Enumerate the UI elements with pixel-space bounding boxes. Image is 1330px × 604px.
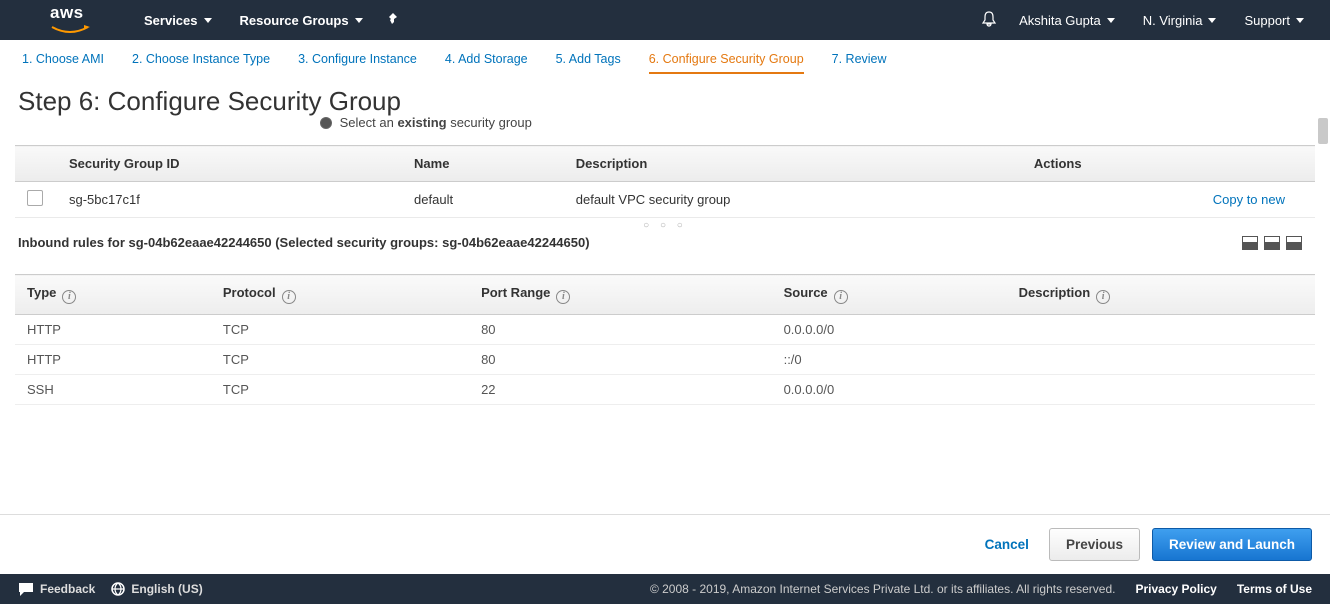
radio-icon <box>320 117 332 129</box>
info-icon[interactable]: i <box>834 290 848 304</box>
sg-col-description: Description <box>564 146 1022 182</box>
page-title: Step 6: Configure Security Group <box>0 84 1330 117</box>
panel-layout-icon[interactable] <box>1286 236 1302 250</box>
table-row: SSH TCP 22 0.0.0.0/0 <box>15 375 1315 405</box>
caret-down-icon <box>1296 18 1304 23</box>
caret-down-icon <box>204 18 212 23</box>
wizard-steps: 1. Choose AMI 2. Choose Instance Type 3.… <box>0 40 1330 84</box>
copy-to-new-link[interactable]: Copy to new <box>1213 192 1285 207</box>
panel-layout-icon[interactable] <box>1242 236 1258 250</box>
resource-groups-label: Resource Groups <box>240 13 349 28</box>
account-menu[interactable]: Akshita Gupta <box>1013 13 1121 28</box>
table-row: HTTP TCP 80 ::/0 <box>15 345 1315 375</box>
sg-col-id: Security Group ID <box>57 146 402 182</box>
sg-cell-id: sg-5bc17c1f <box>57 182 402 218</box>
pin-icon[interactable] <box>385 12 399 29</box>
terms-of-use-link[interactable]: Terms of Use <box>1237 582 1312 596</box>
step-configure-security-group[interactable]: 6. Configure Security Group <box>649 52 804 74</box>
sg-col-checkbox <box>15 146 57 182</box>
language-selector[interactable]: English (US) <box>111 582 202 596</box>
caret-down-icon <box>1107 18 1115 23</box>
inbound-rules-text: Inbound rules for sg-04b62eaae42244650 (… <box>18 235 590 250</box>
panel-layout-icon[interactable] <box>1264 236 1280 250</box>
globe-icon <box>111 582 125 596</box>
info-icon[interactable]: i <box>282 290 296 304</box>
info-icon[interactable]: i <box>62 290 76 304</box>
security-groups-table: Security Group ID Name Description Actio… <box>15 145 1315 218</box>
rules-col-description: Descriptioni <box>1007 275 1315 315</box>
support-menu[interactable]: Support <box>1238 13 1310 28</box>
select-existing-sg-radio[interactable]: Select an existing security group <box>0 115 1330 131</box>
caret-down-icon <box>1208 18 1216 23</box>
step-choose-ami[interactable]: 1. Choose AMI <box>22 52 104 74</box>
cancel-button[interactable]: Cancel <box>977 537 1037 552</box>
aws-navbar: aws Services Resource Groups Akshita Gup… <box>0 0 1330 40</box>
table-row[interactable]: sg-5bc17c1f default default VPC security… <box>15 182 1315 218</box>
previous-button[interactable]: Previous <box>1049 528 1140 561</box>
info-icon[interactable]: i <box>1096 290 1110 304</box>
services-menu[interactable]: Services <box>130 13 226 28</box>
review-and-launch-button[interactable]: Review and Launch <box>1152 528 1312 561</box>
inbound-rules-header: Inbound rules for sg-04b62eaae42244650 (… <box>0 231 1330 250</box>
step-choose-instance-type[interactable]: 2. Choose Instance Type <box>132 52 270 74</box>
step-review[interactable]: 7. Review <box>832 52 887 74</box>
vertical-scrollbar[interactable] <box>1318 118 1328 144</box>
footer-copyright: © 2008 - 2019, Amazon Internet Services … <box>650 582 1116 596</box>
rules-col-port-range: Port Rangei <box>469 275 772 315</box>
rules-col-type: Typei <box>15 275 211 315</box>
resource-groups-menu[interactable]: Resource Groups <box>226 13 377 28</box>
inbound-rules-table: Typei Protocoli Port Rangei Sourcei Desc… <box>15 274 1315 405</box>
sg-cell-description: default VPC security group <box>564 182 1022 218</box>
user-label: Akshita Gupta <box>1019 13 1101 28</box>
info-icon[interactable]: i <box>556 290 570 304</box>
sg-cell-name: default <box>402 182 564 218</box>
checkbox[interactable] <box>27 190 43 206</box>
rules-col-protocol: Protocoli <box>211 275 469 315</box>
aws-footer: Feedback English (US) © 2008 - 2019, Ama… <box>0 574 1330 604</box>
sg-col-name: Name <box>402 146 564 182</box>
step-add-tags[interactable]: 5. Add Tags <box>556 52 621 74</box>
privacy-policy-link[interactable]: Privacy Policy <box>1135 582 1216 596</box>
table-row: HTTP TCP 80 0.0.0.0/0 <box>15 315 1315 345</box>
sg-col-actions: Actions <box>1022 146 1315 182</box>
aws-smile-icon <box>50 25 90 35</box>
support-label: Support <box>1244 13 1290 28</box>
rules-col-source: Sourcei <box>772 275 1007 315</box>
services-label: Services <box>144 13 198 28</box>
feedback-link[interactable]: Feedback <box>18 582 95 596</box>
aws-logo[interactable]: aws <box>50 3 90 38</box>
notifications-icon[interactable] <box>981 11 997 30</box>
wizard-action-bar: Cancel Previous Review and Launch <box>0 514 1330 574</box>
speech-bubble-icon <box>18 582 34 596</box>
caret-down-icon <box>355 18 363 23</box>
region-menu[interactable]: N. Virginia <box>1137 13 1223 28</box>
region-label: N. Virginia <box>1143 13 1203 28</box>
resize-handle-icon[interactable]: ○ ○ ○ <box>0 220 1330 231</box>
step-add-storage[interactable]: 4. Add Storage <box>445 52 528 74</box>
step-configure-instance[interactable]: 3. Configure Instance <box>298 52 417 74</box>
